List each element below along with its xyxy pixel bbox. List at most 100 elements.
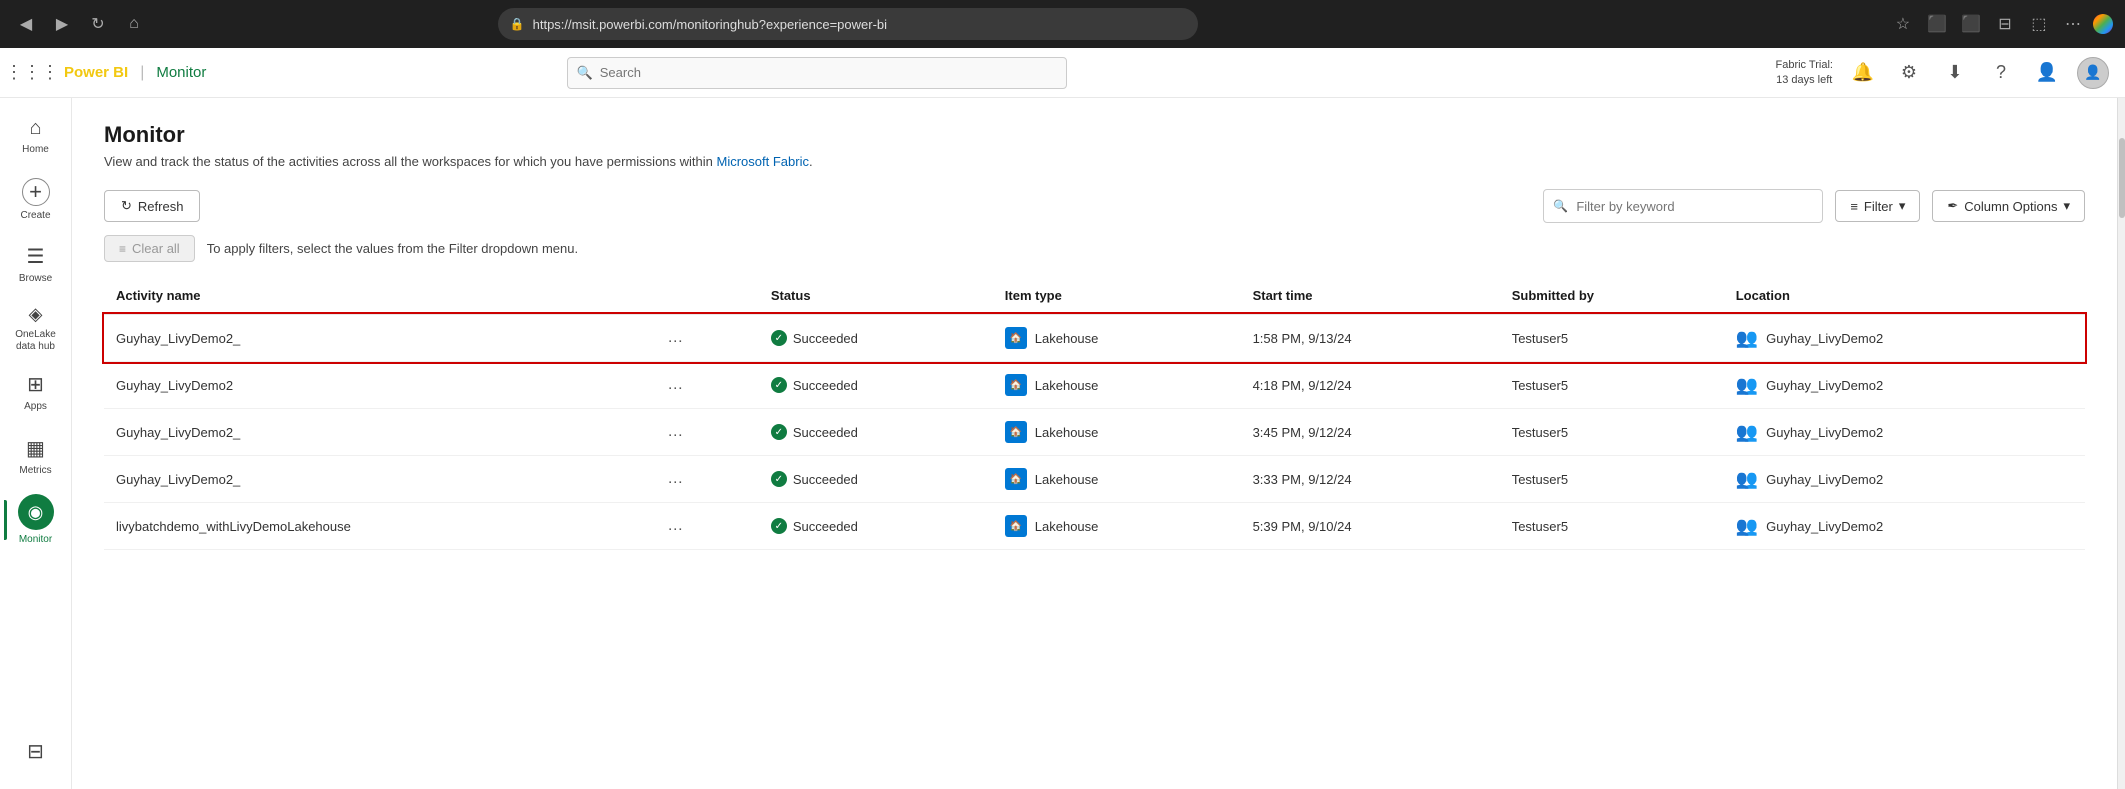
sidebar-item-apps[interactable]: ⊞ Apps [4,362,68,422]
success-icon: ✓ [771,377,787,393]
sidebar-item-browse[interactable]: ☰ Browse [4,234,68,294]
lakehouse-icon: 🏠 [1005,468,1027,490]
scroll-thumb[interactable] [2119,138,2125,218]
browser-cast-button[interactable]: ⬚ [2025,10,2053,38]
sidebar-item-metrics[interactable]: ▦ Metrics [4,426,68,486]
sidebar-item-create-label: Create [20,210,50,222]
cell-start-time: 3:45 PM, 9/12/24 [1241,409,1500,456]
address-bar[interactable]: 🔒 https://msit.powerbi.com/monitoringhub… [498,8,1198,40]
filter-label: Filter [1864,199,1893,214]
row-menu-button[interactable]: … [661,468,689,490]
location-icon: 👥 [1736,328,1758,349]
table-row[interactable]: livybatchdemo_withLivyDemoLakehouse … ✓ … [104,503,2085,550]
scroll-indicator [2117,98,2125,789]
cell-status: ✓ Succeeded [759,362,993,409]
sidebar-item-browse-label: Browse [19,273,52,285]
filter-hint-text: To apply filters, select the values from… [207,241,578,256]
cell-item-type: 🏠 Lakehouse [993,409,1241,456]
table-row[interactable]: Guyhay_LivyDemo2 … ✓ Succeeded 🏠 Lakehou… [104,362,2085,409]
browser-more-button[interactable]: ⋯ [2059,10,2087,38]
search-input[interactable] [567,57,1067,89]
row-menu-button[interactable]: … [661,421,689,443]
cell-activity-name: livybatchdemo_withLivyDemoLakehouse [104,503,649,550]
star-button[interactable]: ☆ [1889,10,1917,38]
status-badge: ✓ Succeeded [771,518,981,534]
cell-activity-name: Guyhay_LivyDemo2_ [104,314,649,362]
browser-favicon [2093,14,2113,34]
col-header-actions [649,278,759,314]
cell-item-type: 🏠 Lakehouse [993,314,1241,362]
settings-button[interactable]: ⚙ [1893,57,1925,89]
cell-location: 👥 Guyhay_LivyDemo2 [1724,503,2085,550]
refresh-label: Refresh [138,199,184,214]
cell-activity-name: Guyhay_LivyDemo2 [104,362,649,409]
help-button[interactable]: ? [1985,57,2017,89]
back-button[interactable]: ◀ [12,10,40,38]
create-icon: + [22,178,50,206]
sidebar-item-workspaces[interactable]: ⊟ [4,721,68,781]
sidebar-item-metrics-label: Metrics [19,465,51,477]
browser-ext1-button[interactable]: ⬛ [1923,10,1951,38]
download-button[interactable]: ⬇ [1939,57,1971,89]
cell-item-type: 🏠 Lakehouse [993,362,1241,409]
location-text: Guyhay_LivyDemo2 [1766,519,1883,534]
column-options-label: Column Options [1964,199,2057,214]
row-menu-button[interactable]: … [661,515,689,537]
microsoft-fabric-link[interactable]: Microsoft Fabric [717,154,809,169]
app-grid-button[interactable]: ⋮⋮⋮ [16,57,48,89]
status-text: Succeeded [793,425,858,440]
filter-button[interactable]: ≡ Filter ▾ [1835,190,1920,222]
item-type-cell: 🏠 Lakehouse [1005,515,1229,537]
cell-submitted-by: Testuser5 [1500,362,1724,409]
cell-ellipsis[interactable]: … [649,503,759,550]
success-icon: ✓ [771,424,787,440]
refresh-browser-button[interactable]: ↻ [84,10,112,38]
item-type-text: Lakehouse [1035,472,1099,487]
browser-ext2-button[interactable]: ⬛ [1957,10,1985,38]
success-icon: ✓ [771,330,787,346]
cell-ellipsis[interactable]: … [649,456,759,503]
forward-button[interactable]: ▶ [48,10,76,38]
lakehouse-icon: 🏠 [1005,421,1027,443]
column-options-button[interactable]: ✒ Column Options ▾ [1932,190,2085,222]
table-row[interactable]: Guyhay_LivyDemo2_ … ✓ Succeeded 🏠 Lakeho… [104,456,2085,503]
refresh-button[interactable]: ↻ Refresh [104,190,200,222]
page-title: Monitor [104,122,2085,148]
home-browser-button[interactable]: ⌂ [120,10,148,38]
row-menu-button[interactable]: … [661,374,689,396]
item-type-text: Lakehouse [1035,425,1099,440]
table-row[interactable]: Guyhay_LivyDemo2_ … ✓ Succeeded 🏠 Lakeho… [104,314,2085,362]
cell-start-time: 3:33 PM, 9/12/24 [1241,456,1500,503]
browser-right-icons: ☆ ⬛ ⬛ ⊟ ⬚ ⋯ [1889,10,2113,38]
sidebar-item-create[interactable]: + Create [4,170,68,230]
user-avatar[interactable]: 👤 [2077,57,2109,89]
table-header-row: Activity name Status Item type Start tim… [104,278,2085,314]
onelake-icon: ◈ [29,304,43,325]
cell-ellipsis[interactable]: … [649,362,759,409]
sidebar-item-onelake[interactable]: ◈ OneLake data hub [4,298,68,358]
filter-keyword-input[interactable] [1543,189,1823,223]
location-icon: 👥 [1736,422,1758,443]
lakehouse-icon: 🏠 [1005,327,1027,349]
notification-button[interactable]: 🔔 [1847,57,1879,89]
share-button[interactable]: 👤 [2031,57,2063,89]
sidebar-item-monitor[interactable]: ◉ Monitor [4,490,68,550]
status-badge: ✓ Succeeded [771,330,981,346]
cell-ellipsis[interactable]: … [649,314,759,362]
cell-submitted-by: Testuser5 [1500,314,1724,362]
clear-all-button[interactable]: ≡ Clear all [104,235,195,262]
location-cell: 👥 Guyhay_LivyDemo2 [1736,328,2073,349]
header-search[interactable]: 🔍 [567,57,1067,89]
table-row[interactable]: Guyhay_LivyDemo2_ … ✓ Succeeded 🏠 Lakeho… [104,409,2085,456]
sidebar-item-monitor-label: Monitor [19,534,52,546]
row-menu-button[interactable]: … [661,327,689,349]
browser-split-button[interactable]: ⊟ [1991,10,2019,38]
location-cell: 👥 Guyhay_LivyDemo2 [1736,375,2073,396]
lakehouse-icon: 🏠 [1005,515,1027,537]
sidebar: ⌂ Home + Create ☰ Browse ◈ OneLake data … [0,98,72,789]
status-text: Succeeded [793,519,858,534]
cell-ellipsis[interactable]: … [649,409,759,456]
app-shell: ⋮⋮⋮ Power BI | Monitor 🔍 Fabric Trial: 1… [0,48,2125,789]
sidebar-item-home[interactable]: ⌂ Home [4,106,68,166]
sidebar-item-home-label: Home [22,144,49,156]
